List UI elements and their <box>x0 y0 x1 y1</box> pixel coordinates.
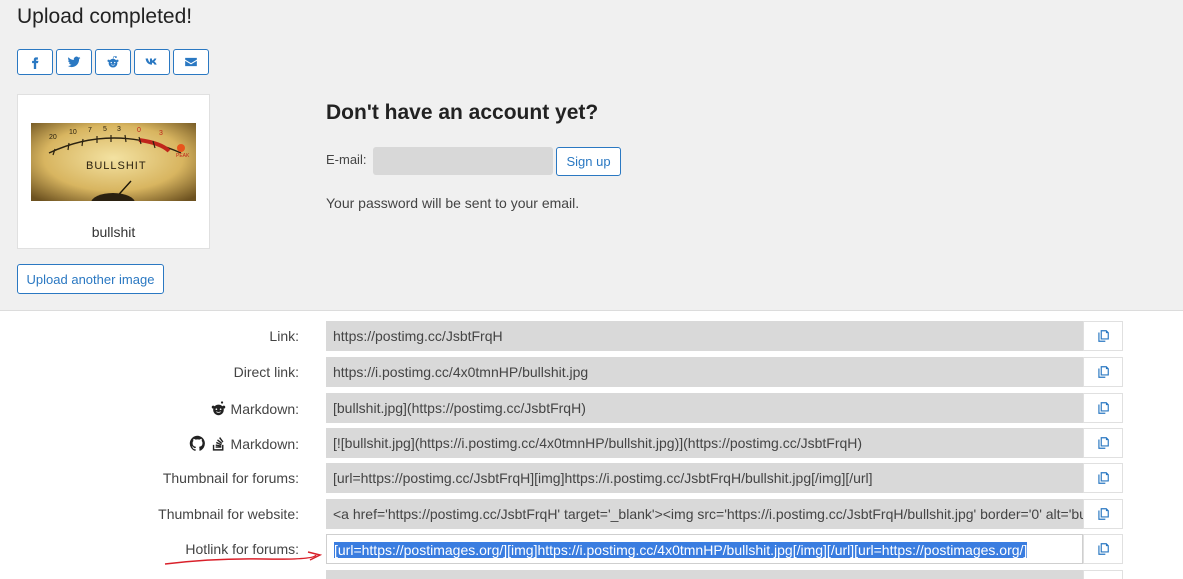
meter-brand-label: BULLSHIT <box>86 160 147 172</box>
link-row: Link: https://postimg.cc/JsbtFrqH <box>0 321 1183 351</box>
markdown-reddit-field[interactable]: [bullshit.jpg](https://postimg.cc/JsbtFr… <box>326 393 1083 423</box>
next-link-row <box>0 570 1183 579</box>
signup-button[interactable]: Sign up <box>556 147 621 176</box>
share-facebook-button[interactable] <box>17 49 53 75</box>
markdown-github-row: Markdown: [![bullshit.jpg](https://i.pos… <box>0 428 1183 458</box>
link-label: Link: <box>269 328 299 344</box>
upload-another-button[interactable]: Upload another image <box>17 264 164 294</box>
direct-link-label: Direct link: <box>234 364 299 380</box>
row-label-text: Thumbnail for website: <box>158 506 299 522</box>
meter-peak-label: PEAK <box>176 153 190 159</box>
meter-scale-label: 5 <box>103 126 107 133</box>
copy-button[interactable] <box>1083 534 1123 564</box>
copy-button[interactable] <box>1083 463 1123 493</box>
row-label-text: Thumbnail for forums: <box>162 470 299 486</box>
twitter-icon <box>67 56 81 68</box>
page-title: Upload completed! <box>17 5 193 28</box>
thumbnail-caption: bullshit <box>91 224 136 240</box>
copy-icon <box>1098 366 1109 378</box>
github-icon <box>189 435 205 451</box>
row-label-text: Link: <box>269 328 299 344</box>
image-thumbnail-card: 20 10 7 5 3 0 3 PEAK BULLSHIT bullshit <box>17 94 210 249</box>
thumbnail-forums-label: Thumbnail for forums: <box>163 470 299 486</box>
hotlink-forums-field[interactable]: [url=https://postimages.org/][img]https:… <box>326 534 1083 564</box>
markdown-github-field[interactable]: [![bullshit.jpg](https://i.postimg.cc/4x… <box>326 428 1083 458</box>
copy-icon <box>1098 330 1109 342</box>
row-label-text: Direct link: <box>233 364 299 380</box>
email-field[interactable] <box>373 147 553 175</box>
direct-link-row: Direct link: https://i.postimg.cc/4x0tmn… <box>0 357 1183 387</box>
copy-icon <box>1098 508 1109 520</box>
copy-button[interactable] <box>1083 499 1123 529</box>
share-twitter-button[interactable] <box>56 49 92 75</box>
copy-icon <box>1098 402 1109 414</box>
copy-button[interactable] <box>1083 357 1123 387</box>
stackoverflow-icon <box>212 437 223 451</box>
thumbnail-website-label: Thumbnail for website: <box>158 506 299 522</box>
direct-link-field[interactable]: https://i.postimg.cc/4x0tmnHP/bullshit.j… <box>326 357 1083 387</box>
email-label: E-mail: <box>326 152 367 167</box>
next-link-field[interactable] <box>326 570 1083 579</box>
copy-icon <box>1098 543 1109 555</box>
thumbnail-image[interactable]: 20 10 7 5 3 0 3 PEAK BULLSHIT <box>31 123 196 201</box>
red-annotation-arrow <box>164 551 323 565</box>
row-label-text: Markdown: <box>230 400 299 417</box>
vk-icon <box>145 58 157 65</box>
account-heading: Don't have an account yet? <box>326 101 599 124</box>
copy-button[interactable] <box>1083 321 1123 351</box>
reddit-icon <box>107 56 119 68</box>
meter-scale-label: 10 <box>69 129 77 136</box>
thumbnail-website-field[interactable]: <a href='https://postimg.cc/JsbtFrqH' ta… <box>326 499 1083 529</box>
selected-text: [url=https://postimages.org/][img]https:… <box>334 542 1028 558</box>
row-label-text: Markdown: <box>230 435 299 452</box>
copy-icon <box>1098 437 1109 449</box>
thumbnail-website-row: Thumbnail for website: <a href='https://… <box>0 499 1183 529</box>
meter-scale-label: 3 <box>117 126 121 133</box>
link-field[interactable]: https://postimg.cc/JsbtFrqH <box>326 321 1083 351</box>
markdown-reddit-label: Markdown: <box>210 400 299 417</box>
share-reddit-button[interactable] <box>95 49 131 75</box>
password-note: Your password will be sent to your email… <box>326 195 580 211</box>
copy-button[interactable] <box>1083 428 1123 458</box>
meter-scale-label: 7 <box>88 127 92 134</box>
upload-summary-panel: Upload completed! 20 10 7 5 3 0 3 PEAK B… <box>0 0 1183 311</box>
share-vk-button[interactable] <box>134 49 170 75</box>
copy-button[interactable] <box>1083 393 1123 423</box>
copy-icon <box>1098 472 1109 484</box>
markdown-github-label: Markdown: <box>189 435 299 452</box>
vu-meter-picture: 20 10 7 5 3 0 3 PEAK BULLSHIT <box>31 123 196 201</box>
meter-scale-label: 0 <box>137 127 141 134</box>
email-icon <box>185 57 197 67</box>
thumbnail-forums-field[interactable]: [url=https://postimg.cc/JsbtFrqH][img]ht… <box>326 463 1083 493</box>
share-bar <box>17 49 209 75</box>
thumbnail-forums-row: Thumbnail for forums: [url=https://posti… <box>0 463 1183 493</box>
reddit-icon <box>211 401 225 416</box>
markdown-reddit-row: Markdown: [bullshit.jpg](https://postimg… <box>0 393 1183 423</box>
meter-scale-label: 20 <box>49 134 57 141</box>
share-email-button[interactable] <box>173 49 209 75</box>
copy-button[interactable] <box>1083 570 1123 579</box>
facebook-icon <box>32 57 39 69</box>
meter-scale-label: 3 <box>159 130 163 137</box>
